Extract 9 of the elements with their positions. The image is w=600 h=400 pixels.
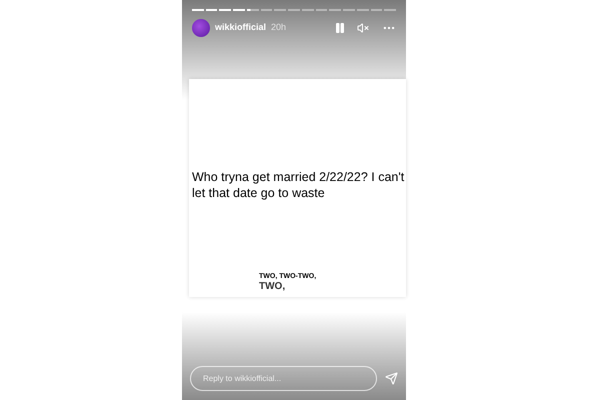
post-time: 20h [271,21,286,34]
send-icon[interactable] [385,372,398,385]
username[interactable]: wikkiofficial [215,21,266,35]
avatar[interactable] [192,19,210,37]
lyrics-text: TWO, [259,281,286,292]
muted-icon[interactable] [357,22,369,34]
caption: Who tryna get married 2/22/22? I can't let that date go to waste [191,169,406,201]
reply-field[interactable]: Reply to wikkiofficial... [190,366,377,391]
pause-button[interactable] [334,22,346,34]
